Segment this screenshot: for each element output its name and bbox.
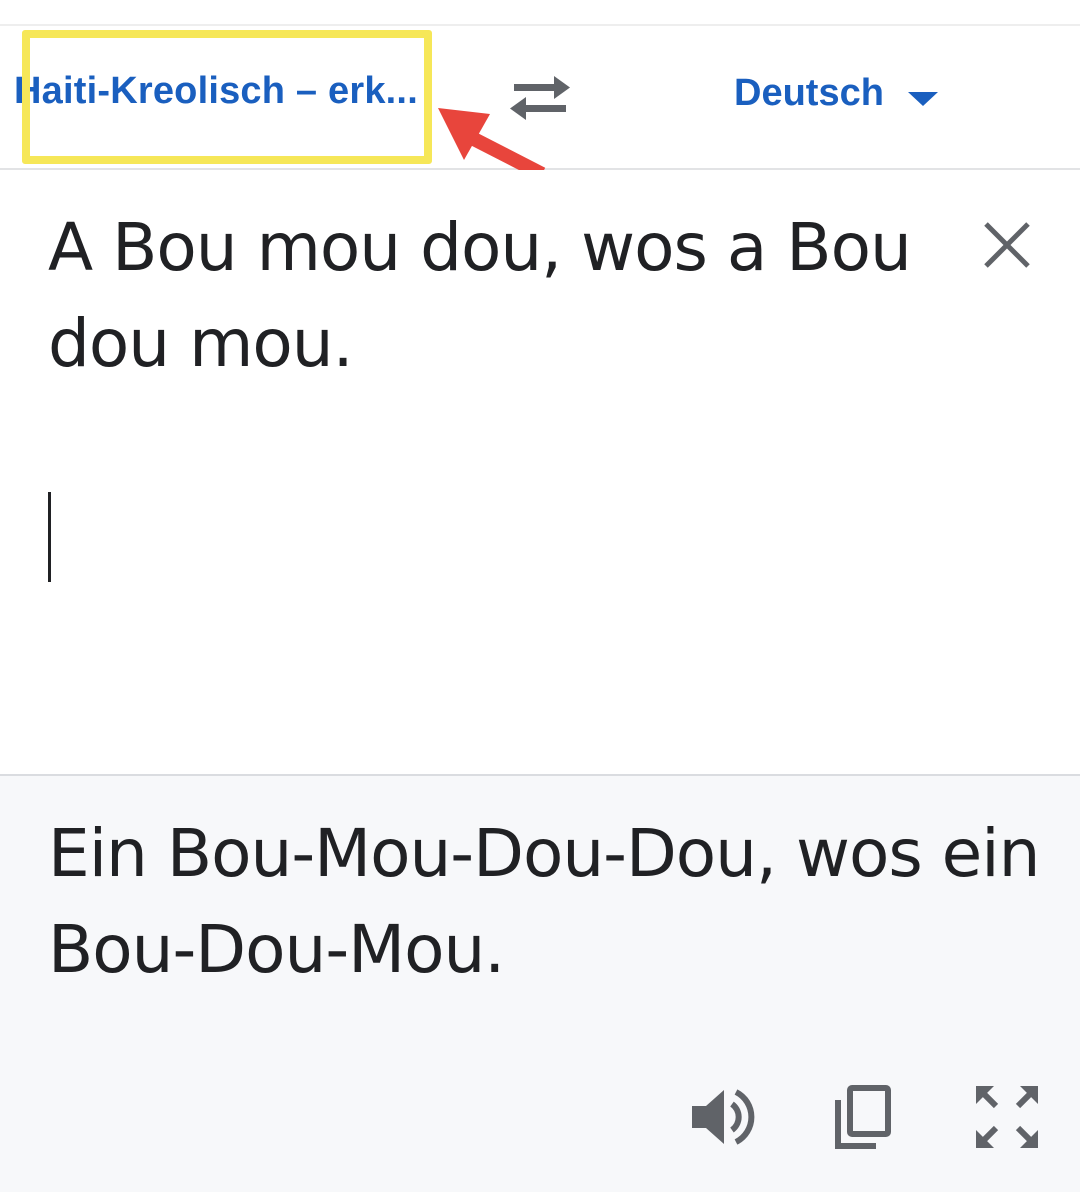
- swap-arrows-icon[interactable]: [500, 70, 580, 126]
- source-language-selector[interactable]: Haiti-Kreolisch – erk...: [0, 26, 440, 168]
- target-language-selector[interactable]: Deutsch: [720, 62, 960, 132]
- copy-icon[interactable]: [828, 1082, 898, 1152]
- top-strip: [0, 0, 1080, 26]
- fullscreen-icon[interactable]: [972, 1082, 1042, 1152]
- caret-down-icon: [908, 92, 938, 106]
- language-bar: Haiti-Kreolisch – erk... Deutsch: [0, 26, 1080, 170]
- text-cursor: [48, 492, 51, 582]
- translation-text: Ein Bou-Mou-Dou-Dou, wos ein Bou-Dou-Mou…: [48, 815, 1040, 988]
- source-input-area[interactable]: A Bou mou dou, wos a Bou dou mou.: [0, 170, 1080, 774]
- target-language-label: Deutsch: [734, 72, 884, 114]
- close-icon[interactable]: [978, 216, 1036, 274]
- translation-output-area: Ein Bou-Mou-Dou-Dou, wos ein Bou-Dou-Mou…: [0, 776, 1080, 1192]
- source-text-input[interactable]: A Bou mou dou, wos a Bou dou mou.: [48, 200, 928, 392]
- source-language-label: Haiti-Kreolisch – erk...: [14, 70, 418, 112]
- speaker-icon[interactable]: [686, 1082, 756, 1152]
